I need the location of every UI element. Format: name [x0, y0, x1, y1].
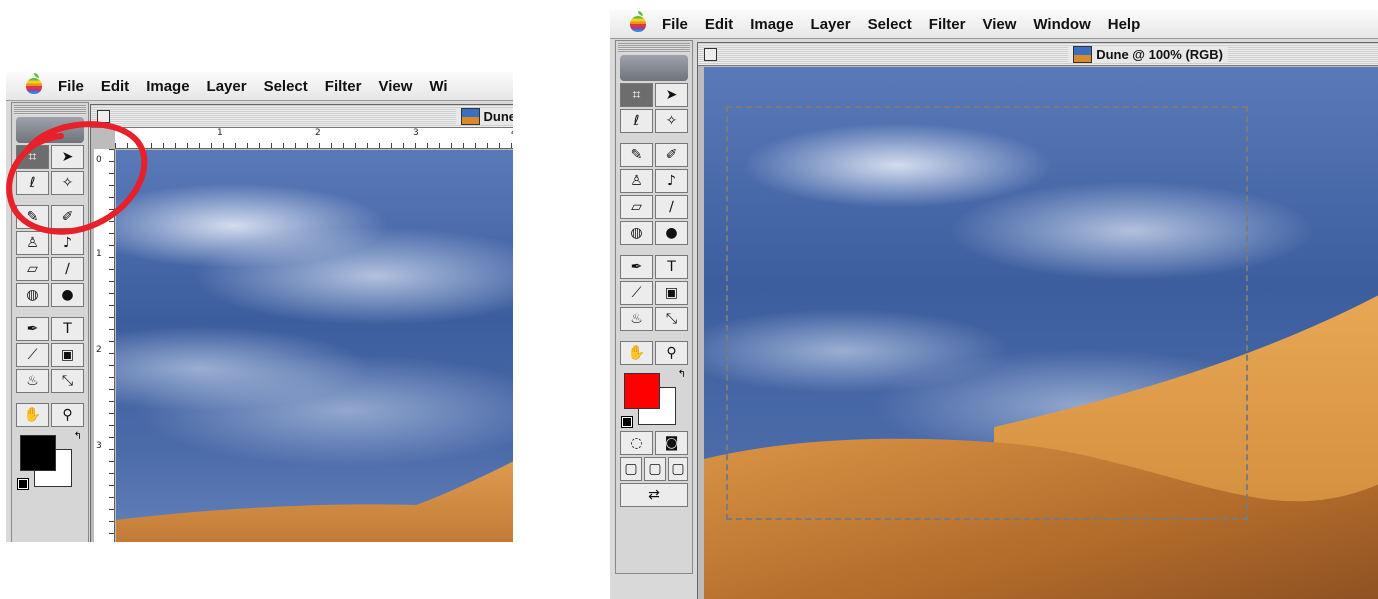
document-icon [1073, 45, 1093, 63]
pencil-tool-icon[interactable]: ∕ [51, 257, 84, 281]
quick-mask-mode-icon[interactable]: ◙ [655, 431, 688, 455]
history-brush-tool-icon[interactable]: ♪ [655, 169, 688, 193]
document-title-bar[interactable]: Dune @ 100% (RGB) [698, 43, 1378, 66]
document-title: Dune [455, 107, 514, 125]
type-tool-icon[interactable]: T [655, 255, 688, 279]
menu-bar: File Edit Image Layer Select Filter View… [610, 10, 1378, 39]
measure-tool-icon[interactable]: ⟋ [16, 343, 49, 367]
menu-select[interactable]: Select [868, 16, 912, 33]
paint-bucket-tool-icon[interactable]: ♨ [620, 307, 653, 331]
menu-select[interactable]: Select [264, 78, 308, 95]
menu-help[interactable]: Help [1108, 16, 1141, 33]
hand-tool-icon[interactable]: ✋ [620, 341, 653, 365]
menu-layer[interactable]: Layer [207, 78, 247, 95]
color-swatches: ↰ [16, 431, 84, 490]
eyedropper-tool-icon[interactable]: ⤡ [51, 369, 84, 393]
jump-to-imageready-icon[interactable]: ⇄ [620, 483, 688, 507]
document-icon [460, 107, 480, 125]
rubber-stamp-tool-icon[interactable]: ♙ [620, 169, 653, 193]
red-annotation-circle [6, 121, 148, 235]
dodge-tool-icon[interactable]: ● [51, 283, 84, 307]
swap-colors-icon[interactable]: ↰ [74, 431, 82, 442]
menu-edit[interactable]: Edit [705, 16, 733, 33]
document-title: Dune @ 100% (RGB) [1068, 45, 1228, 63]
foreground-color-swatch[interactable] [624, 373, 660, 409]
menu-filter[interactable]: Filter [325, 78, 362, 95]
ruler-label: 4 [511, 128, 513, 138]
toolbox-title-bar[interactable] [618, 43, 690, 53]
type-tool-icon[interactable]: T [51, 317, 84, 341]
pen-tool-icon[interactable]: ✒ [620, 255, 653, 279]
default-colors-icon[interactable] [621, 416, 633, 428]
move-tool-icon[interactable]: ➤ [655, 83, 688, 107]
eyedropper-tool-icon[interactable]: ⤡ [655, 307, 688, 331]
pencil-tool-icon[interactable]: ∕ [655, 195, 688, 219]
gradient-tool-icon[interactable]: ▣ [51, 343, 84, 367]
zoom-tool-icon[interactable]: ⚲ [655, 341, 688, 365]
lasso-tool-icon[interactable]: ℓ [620, 109, 653, 133]
screenshot-before: File Edit Image Layer Select Filter View… [6, 72, 513, 542]
standard-screen-mode-icon[interactable]: ▢ [620, 457, 642, 481]
full-screen-menubar-mode-icon[interactable]: ▢ [644, 457, 666, 481]
standard-mode-icon[interactable]: ◌ [620, 431, 653, 455]
menu-image[interactable]: Image [750, 16, 793, 33]
blur-tool-icon[interactable]: ◍ [16, 283, 49, 307]
eraser-tool-icon[interactable]: ▱ [16, 257, 49, 281]
default-colors-icon[interactable] [17, 478, 29, 490]
screenshot-after: File Edit Image Layer Select Filter View… [610, 10, 1378, 599]
menu-view[interactable]: View [378, 78, 412, 95]
hand-tool-icon[interactable]: ✋ [16, 403, 49, 427]
toolbox-palette: ⌗ ➤ ℓ ✧ ✎ ✐ ♙ ♪ ▱ ∕ ◍ ● ✒ T ⟋ ▣ ♨ ⤡ ✋ ⚲ … [615, 40, 693, 574]
zoom-tool-icon[interactable]: ⚲ [51, 403, 84, 427]
color-swatches: ↰ [620, 369, 688, 428]
photoshop-logo[interactable] [620, 55, 688, 81]
menu-layer[interactable]: Layer [811, 16, 851, 33]
crop-marquee-selection[interactable] [726, 106, 1248, 520]
menu-view[interactable]: View [982, 16, 1016, 33]
paintbrush-tool-icon[interactable]: ✐ [655, 143, 688, 167]
ruler-label: 2 [96, 345, 102, 355]
apple-menu-icon[interactable] [26, 73, 42, 94]
measure-tool-icon[interactable]: ⟋ [620, 281, 653, 305]
eraser-tool-icon[interactable]: ▱ [620, 195, 653, 219]
paint-bucket-tool-icon[interactable]: ♨ [16, 369, 49, 393]
menu-bar: File Edit Image Layer Select Filter View… [6, 72, 513, 101]
document-title-text: Dune [483, 108, 514, 124]
menu-filter[interactable]: Filter [929, 16, 966, 33]
ruler-label: 3 [413, 128, 419, 138]
close-box-icon[interactable] [704, 47, 717, 61]
ruler-label: 3 [96, 441, 102, 451]
dodge-tool-icon[interactable]: ● [655, 221, 688, 245]
pen-tool-icon[interactable]: ✒ [16, 317, 49, 341]
menu-file[interactable]: File [58, 78, 84, 95]
menu-window[interactable]: Window [1033, 16, 1090, 33]
swap-colors-icon[interactable]: ↰ [678, 369, 686, 380]
magic-wand-tool-icon[interactable]: ✧ [655, 109, 688, 133]
ruler-label: 2 [315, 128, 321, 138]
menu-edit[interactable]: Edit [101, 78, 129, 95]
menu-file[interactable]: File [662, 16, 688, 33]
menu-window[interactable]: Wi [429, 78, 447, 95]
ruler-label: 1 [217, 128, 223, 138]
blur-tool-icon[interactable]: ◍ [620, 221, 653, 245]
foreground-color-swatch[interactable] [20, 435, 56, 471]
crop-tool-icon[interactable]: ⌗ [620, 83, 653, 107]
document-title-text: Dune @ 100% (RGB) [1096, 46, 1223, 62]
airbrush-tool-icon[interactable]: ✎ [620, 143, 653, 167]
apple-menu-icon[interactable] [630, 11, 646, 32]
menu-image[interactable]: Image [146, 78, 189, 95]
gradient-tool-icon[interactable]: ▣ [655, 281, 688, 305]
full-screen-mode-icon[interactable]: ▢ [668, 457, 688, 481]
